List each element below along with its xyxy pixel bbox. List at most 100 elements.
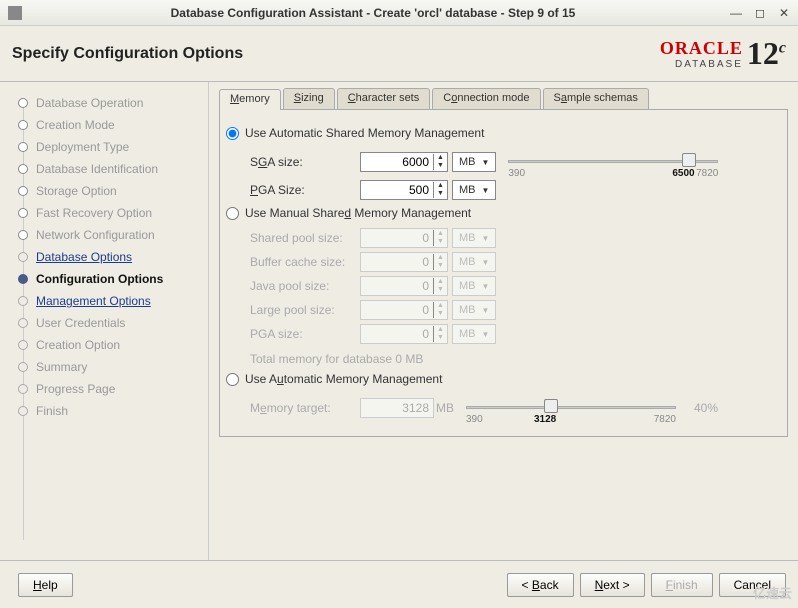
- manual-row-input: [361, 253, 433, 271]
- bottom-bar: Help < Back Next > Finish Cancel: [0, 560, 798, 608]
- manual-row-2: Java pool size:▲▼MB▼: [250, 276, 781, 296]
- step-dot-icon: [18, 120, 28, 130]
- minimize-button[interactable]: —: [730, 7, 742, 19]
- radio-manual-label: Use Manual Shared Memory Management: [245, 206, 471, 220]
- close-button[interactable]: ✕: [778, 7, 790, 19]
- sga-row: SGA size: ▲▼ MB▼ 390 6500 7820: [250, 148, 781, 176]
- chevron-down-icon: ▼: [481, 234, 489, 243]
- manual-row-input: [361, 229, 433, 247]
- step-label: User Credentials: [36, 316, 125, 330]
- up-icon: ▲: [434, 230, 447, 238]
- step-deployment-type: Deployment Type: [0, 136, 208, 158]
- manual-row-unit: MB▼: [452, 276, 496, 296]
- radio-auto[interactable]: Use Automatic Memory Management: [226, 372, 781, 386]
- radio-auto-input[interactable]: [226, 373, 239, 386]
- step-label: Network Configuration: [36, 228, 155, 242]
- down-icon: ▼: [434, 286, 447, 294]
- radio-manual-input[interactable]: [226, 207, 239, 220]
- chevron-down-icon: ▼: [481, 306, 489, 315]
- radio-auto-shared-input[interactable]: [226, 127, 239, 140]
- wizard-sidebar: Database Operation Creation Mode Deploymen…: [0, 82, 209, 560]
- step-management-options[interactable]: Management Options: [0, 290, 208, 312]
- step-progress-page: Progress Page: [0, 378, 208, 400]
- sga-up-icon[interactable]: ▲: [434, 154, 447, 162]
- down-icon: ▼: [434, 238, 447, 246]
- step-fast-recovery-option: Fast Recovery Option: [0, 202, 208, 224]
- next-button[interactable]: Next >: [580, 573, 645, 597]
- content-area: Memory Sizing Character sets Connection …: [209, 82, 798, 560]
- step-dot-icon: [18, 164, 28, 174]
- step-dot-icon: [18, 98, 28, 108]
- manual-row-label: PGA size:: [250, 327, 360, 341]
- memory-target-pct: 40%: [694, 401, 718, 415]
- radio-auto-shared[interactable]: Use Automatic Shared Memory Management: [226, 126, 781, 140]
- manual-row-unit: MB▼: [452, 228, 496, 248]
- step-dot-icon: [18, 318, 28, 328]
- pga-input[interactable]: [361, 181, 433, 199]
- step-label: Database Operation: [36, 96, 143, 110]
- step-creation-mode: Creation Mode: [0, 114, 208, 136]
- pga-unit-select[interactable]: MB▼: [452, 180, 496, 200]
- page-title: Specify Configuration Options: [12, 45, 660, 63]
- tab-sizing[interactable]: Sizing: [283, 88, 335, 109]
- sga-input[interactable]: [361, 153, 433, 171]
- up-icon: ▲: [434, 302, 447, 310]
- tab-bar: Memory Sizing Character sets Connection …: [219, 88, 788, 110]
- sga-slider[interactable]: 390 6500 7820: [508, 148, 718, 176]
- step-dot-icon: [18, 186, 28, 196]
- sga-label: SGA size:: [250, 155, 360, 169]
- tab-sample-schemas[interactable]: Sample schemas: [543, 88, 649, 109]
- step-storage-option: Storage Option: [0, 180, 208, 202]
- step-dot-icon: [18, 340, 28, 350]
- down-icon: ▼: [434, 334, 447, 342]
- manual-row-label: Shared pool size:: [250, 231, 360, 245]
- down-icon: ▼: [434, 310, 447, 318]
- manual-row-spinner: ▲▼: [360, 324, 448, 344]
- chevron-down-icon: ▼: [481, 158, 489, 167]
- tab-character-sets[interactable]: Character sets: [337, 88, 431, 109]
- manual-row-input: [361, 277, 433, 295]
- pga-row: PGA Size: ▲▼ MB▼: [250, 180, 781, 200]
- pga-down-icon[interactable]: ▼: [434, 190, 447, 198]
- step-dot-icon: [18, 208, 28, 218]
- sga-spinner[interactable]: ▲▼: [360, 152, 448, 172]
- window-title: Database Configuration Assistant - Creat…: [28, 6, 718, 20]
- pga-up-icon[interactable]: ▲: [434, 182, 447, 190]
- memory-target-unit: MB: [436, 401, 454, 415]
- step-dot-icon: [18, 296, 28, 306]
- chevron-down-icon: ▼: [481, 258, 489, 267]
- manual-row-0: Shared pool size:▲▼MB▼: [250, 228, 781, 248]
- step-label: Configuration Options: [36, 272, 163, 286]
- memory-target-spinner: [360, 398, 434, 418]
- step-database-identification: Database Identification: [0, 158, 208, 180]
- step-label: Creation Option: [36, 338, 120, 352]
- oracle-logo: ORACLE DATABASE 12c: [660, 35, 786, 72]
- step-label: Progress Page: [36, 382, 115, 396]
- radio-manual[interactable]: Use Manual Shared Memory Management: [226, 206, 781, 220]
- titlebar: Database Configuration Assistant - Creat…: [0, 0, 798, 26]
- step-dot-icon: [18, 362, 28, 372]
- app-icon: [8, 6, 22, 20]
- maximize-button[interactable]: ◻: [754, 7, 766, 19]
- pga-spinner[interactable]: ▲▼: [360, 180, 448, 200]
- help-button[interactable]: Help: [18, 573, 73, 597]
- step-configuration-options[interactable]: Configuration Options: [0, 268, 208, 290]
- memory-panel: Use Automatic Shared Memory Management S…: [219, 110, 788, 437]
- step-finish: Finish: [0, 400, 208, 422]
- down-icon: ▼: [434, 262, 447, 270]
- back-button[interactable]: < Back: [507, 573, 574, 597]
- step-label: Finish: [36, 404, 68, 418]
- up-icon: ▲: [434, 254, 447, 262]
- brand-text: ORACLE: [660, 38, 743, 58]
- step-label: Summary: [36, 360, 87, 374]
- step-database-options[interactable]: Database Options: [0, 246, 208, 268]
- step-label: Creation Mode: [36, 118, 115, 132]
- sga-down-icon[interactable]: ▼: [434, 162, 447, 170]
- manual-row-spinner: ▲▼: [360, 276, 448, 296]
- up-icon: ▲: [434, 326, 447, 334]
- step-user-credentials: User Credentials: [0, 312, 208, 334]
- sga-unit-select[interactable]: MB▼: [452, 152, 496, 172]
- step-dot-icon: [18, 406, 28, 416]
- tab-memory[interactable]: Memory: [219, 89, 281, 110]
- tab-connection-mode[interactable]: Connection mode: [432, 88, 540, 109]
